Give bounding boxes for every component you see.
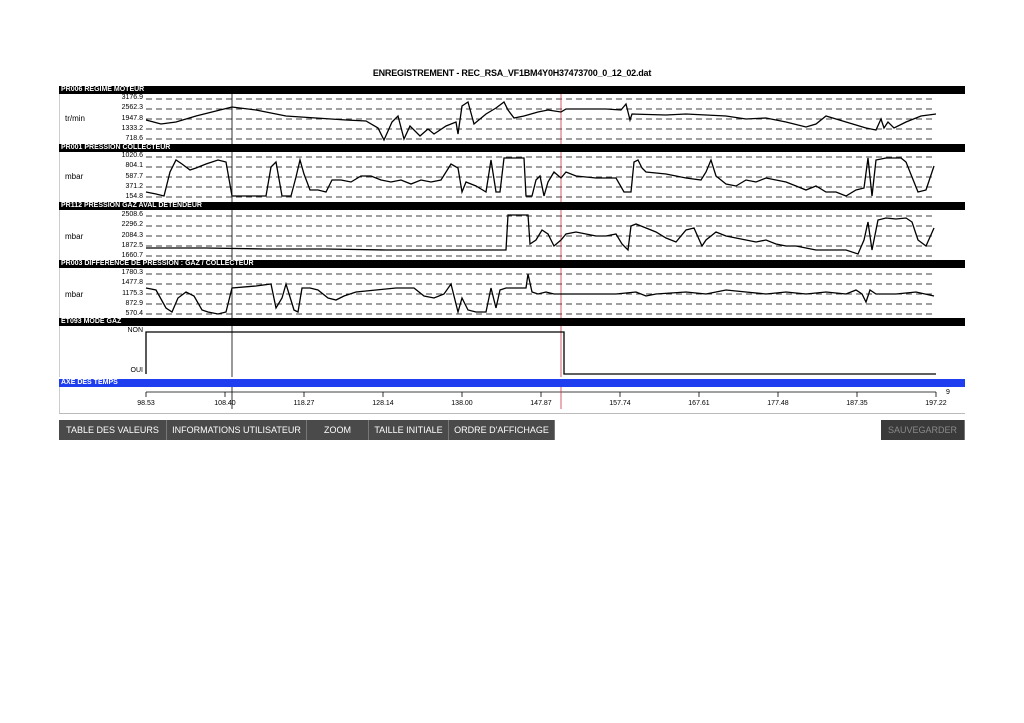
y-tick: 1020.6 <box>121 152 143 159</box>
time-axis[interactable]: 98.53 108.40 118.27 128.14 138.00 147.87… <box>59 387 966 413</box>
y-tick: 154.8 <box>125 193 143 200</box>
zoom-button[interactable]: ZOOM <box>307 420 369 440</box>
x-tick: 197.22 <box>925 400 947 407</box>
panel-difference-pression[interactable]: mbar 1780.3 1477.8 1175.3 872.9 570.4 <box>59 268 966 318</box>
sauvegarder-button[interactable]: SAUVEGARDER <box>881 420 965 440</box>
plot-pression-collecteur <box>145 152 936 202</box>
y-tick: 2562.3 <box>121 104 143 111</box>
panel-mode-gaz[interactable]: NON OUI <box>59 326 966 377</box>
x-tick: 138.00 <box>451 400 473 407</box>
y-tick: 587.7 <box>125 173 143 180</box>
plot-mode-gaz <box>145 326 936 377</box>
informations-utilisateur-button[interactable]: INFORMATIONS UTILISATEUR <box>167 420 307 440</box>
y-tick-oui: OUI <box>130 367 143 374</box>
panel-header-pression-gaz: PR112 PRESSION GAZ AVAL DETENDEUR <box>59 202 965 210</box>
toolbar: TABLE DES VALEURS INFORMATIONS UTILISATE… <box>59 420 965 440</box>
trace-difference-pression <box>145 273 935 315</box>
x-tick: 187.35 <box>846 400 868 407</box>
time-axis-header: AXE DES TEMPS <box>59 379 965 387</box>
y-tick: 1947.8 <box>121 115 143 122</box>
unit-label: mbar <box>65 172 84 181</box>
x-tick: 177.48 <box>767 400 789 407</box>
y-tick: 1780.3 <box>121 269 143 276</box>
x-tick: 157.74 <box>609 400 631 407</box>
panel-pression-collecteur[interactable]: mbar 1020.6 804.1 587.7 371.2 154.8 <box>59 152 966 202</box>
y-tick: 718.6 <box>125 135 143 142</box>
y-tick: 1872.5 <box>121 242 143 249</box>
x-tick: 98.53 <box>137 400 155 407</box>
unit-label: mbar <box>65 290 84 299</box>
plot-difference-pression <box>145 268 936 318</box>
panel-header-regime-moteur: PR006 REGIME MOTEUR <box>59 86 965 94</box>
unit-label: mbar <box>65 232 84 241</box>
y-tick: 570.4 <box>125 310 143 317</box>
plot-pression-gaz <box>146 210 936 260</box>
y-tick: 371.2 <box>125 183 143 190</box>
panel-pression-gaz[interactable]: mbar 2508.6 2296.2 2084.3 1872.5 1660.7 <box>59 210 966 260</box>
y-tick: 2084.3 <box>121 232 143 239</box>
y-tick: 804.1 <box>125 162 143 169</box>
panel-regime-moteur[interactable]: tr/min 3176.9 2562.3 1947.8 1333.2 718.6 <box>59 94 966 144</box>
y-tick: 1175.3 <box>122 290 143 297</box>
x-tick: 167.61 <box>688 400 710 407</box>
x-tick-overflow: 9 <box>946 389 950 396</box>
y-tick: 1660.7 <box>121 252 143 259</box>
table-des-valeurs-button[interactable]: TABLE DES VALEURS <box>59 420 167 440</box>
trace-pression-gaz <box>146 214 935 255</box>
panel-header-pression-collecteur: PR001 PRESSION COLLECTEUR <box>59 144 965 152</box>
taille-initiale-button[interactable]: TAILLE INITIALE <box>369 420 449 440</box>
y-tick: 3176.9 <box>121 94 143 101</box>
trace-regime-moteur <box>145 100 937 142</box>
plot-regime-moteur <box>145 94 937 144</box>
window-title: ENREGISTREMENT - REC_RSA_VF1BM4Y0H374737… <box>372 68 652 78</box>
panel-header-mode-gaz: ET093 MODE GAZ <box>59 318 965 326</box>
divider <box>59 413 965 414</box>
y-tick: 872.9 <box>125 300 143 307</box>
x-tick: 147.87 <box>530 400 552 407</box>
y-tick-non: NON <box>127 327 143 334</box>
y-tick: 2296.2 <box>121 221 143 228</box>
x-tick: 108.40 <box>214 400 236 407</box>
y-tick: 2508.6 <box>121 211 143 218</box>
unit-label: tr/min <box>65 114 85 123</box>
x-tick: 128.14 <box>372 400 394 407</box>
x-tick: 118.27 <box>293 400 315 407</box>
trace-pression-collecteur <box>145 157 935 197</box>
panel-header-difference-pression: PR003 DIFFERENCE DE PRESSION : GAZ / COL… <box>59 260 965 268</box>
ordre-affichage-button[interactable]: ORDRE D'AFFICHAGE <box>449 420 555 440</box>
y-tick: 1333.2 <box>121 125 143 132</box>
y-tick: 1477.8 <box>121 279 143 286</box>
trace-mode-gaz <box>145 331 936 375</box>
